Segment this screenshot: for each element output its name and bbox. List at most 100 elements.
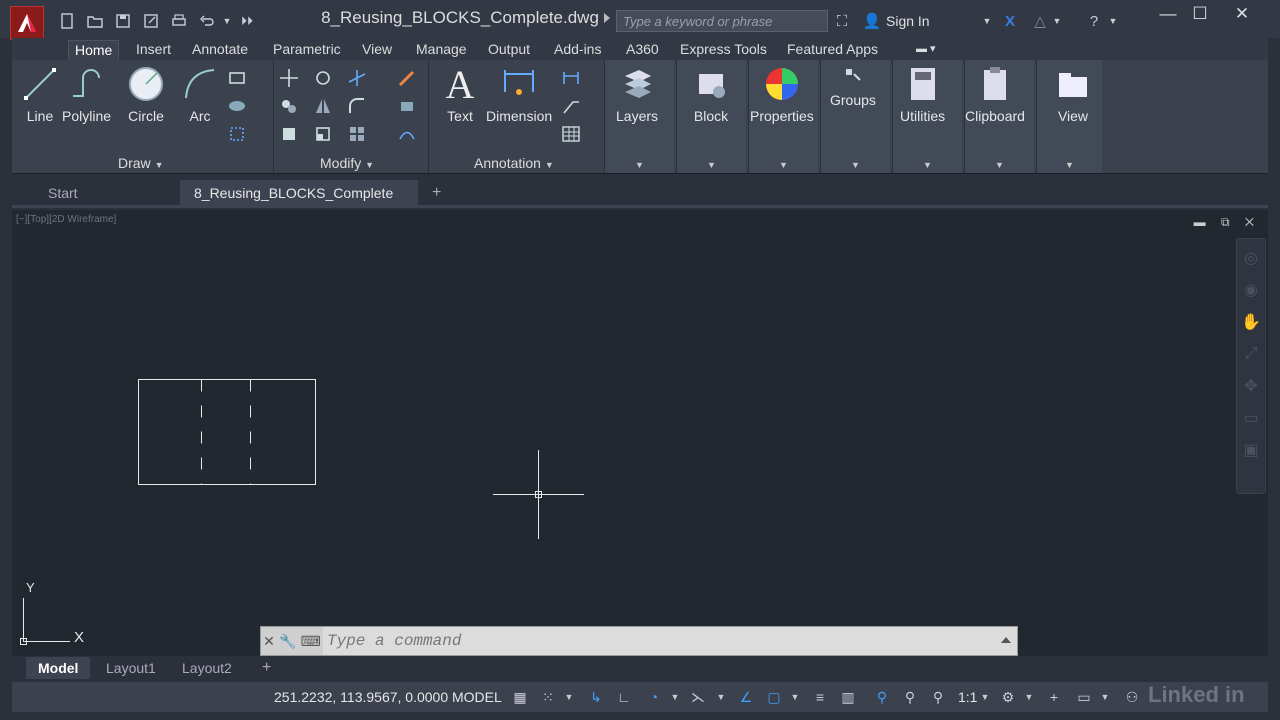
search-expand-arrow-icon[interactable] [604, 13, 610, 23]
door-block-drawing[interactable] [138, 379, 316, 485]
block-button[interactable]: Block [691, 64, 731, 124]
tab-home[interactable]: Home [68, 40, 120, 60]
view-button[interactable]: View [1053, 64, 1093, 124]
explode-icon[interactable] [394, 94, 420, 118]
add-layout-icon[interactable]: + [250, 657, 283, 679]
utilities-button[interactable]: Utilities [900, 64, 945, 124]
rectangle-icon[interactable] [224, 66, 250, 90]
rotate-icon[interactable] [310, 66, 336, 90]
trim-icon[interactable] [344, 66, 370, 90]
dimension-button[interactable]: Dimension [486, 64, 552, 124]
mirror-icon[interactable] [310, 94, 336, 118]
customize-wrench-icon[interactable]: 🔧 [279, 633, 296, 650]
layers-button[interactable]: Layers [616, 64, 658, 124]
arc-button[interactable]: Arc [180, 64, 220, 124]
tab-express-tools[interactable]: Express Tools [674, 40, 773, 60]
autodesk-a360-icon[interactable]: △ [1030, 11, 1050, 31]
recent-commands-icon[interactable]: ⌨ [301, 633, 321, 650]
linear-dimension-icon[interactable] [558, 66, 584, 90]
groups-panel[interactable]: Groups ▼ [820, 60, 890, 173]
zoom-extents-icon[interactable]: ⤢ [1238, 341, 1264, 367]
tab-featured-apps[interactable]: Featured Apps [781, 40, 884, 60]
osnap-dropdown-icon[interactable]: ▼ [788, 688, 802, 706]
help-dropdown-icon[interactable]: ▼ [1106, 11, 1120, 31]
tab-add-ins[interactable]: Add-ins [548, 40, 607, 60]
command-history-up-icon[interactable] [1001, 637, 1011, 643]
sign-in-link[interactable]: Sign In [886, 13, 930, 29]
tab-layout1[interactable]: Layout1 [94, 657, 168, 679]
model-space-toggle[interactable]: MODEL [452, 689, 502, 705]
fillet-icon[interactable] [344, 94, 370, 118]
save-icon[interactable] [112, 10, 134, 32]
tab-annotate[interactable]: Annotate [186, 40, 254, 60]
clipboard-button[interactable]: Clipboard [965, 64, 1025, 124]
user-icon[interactable]: 👤 [862, 11, 882, 31]
modify-panel-title[interactable]: Modify ▼ [320, 155, 374, 171]
annotation-panel-title[interactable]: Annotation ▼ [474, 155, 554, 171]
tab-active-drawing[interactable]: 8_Reusing_BLOCKS_Complete ✕ [180, 180, 418, 227]
help-search-input[interactable] [616, 10, 828, 32]
close-command-line-icon[interactable]: ✕ [263, 633, 275, 650]
close-icon[interactable]: ✕ [1226, 4, 1258, 26]
a360-dropdown-icon[interactable]: ▼ [1050, 11, 1064, 31]
navigation-bar[interactable]: ◎ ◉ ✋ ⤢ ✥ ▭ ▣ [1236, 238, 1266, 494]
ribbon-minimize-toggle-icon[interactable]: ▬ ▾ [910, 40, 942, 60]
object-snap-icon[interactable]: ▢ [764, 688, 784, 706]
groups-button[interactable]: Groups [830, 64, 876, 108]
navbar-settings-icon[interactable]: ▣ [1238, 437, 1264, 463]
layers-panel[interactable]: Layers ▼ [604, 60, 674, 173]
steering-wheel-icon[interactable]: ◎ [1238, 245, 1264, 271]
annotation-scale-value[interactable]: 1:1 [958, 689, 977, 705]
stretch-icon[interactable] [276, 122, 302, 146]
text-button[interactable]: A Text [440, 62, 480, 125]
pan-hand-icon[interactable]: ✋ [1238, 309, 1264, 335]
workspace-gear-icon[interactable]: ⚙ [998, 688, 1018, 706]
boundary-icon[interactable] [224, 122, 250, 146]
scale-icon[interactable] [310, 122, 336, 146]
move-icon[interactable] [276, 66, 302, 90]
view-panel[interactable]: View ▼ [1036, 60, 1102, 173]
line-button[interactable]: Line [20, 64, 60, 124]
undo-icon[interactable] [196, 10, 218, 32]
new-tab-button[interactable]: + [418, 180, 455, 206]
transparency-icon[interactable]: ▥ [838, 688, 858, 706]
tab-a360[interactable]: A360 [620, 40, 665, 60]
ortho-mode-icon[interactable]: ∟ [614, 688, 634, 706]
help-icon[interactable]: ? [1084, 11, 1104, 31]
tab-manage[interactable]: Manage [410, 40, 473, 60]
copy-icon[interactable] [276, 94, 302, 118]
offset-icon[interactable] [394, 122, 420, 146]
draw-panel-title[interactable]: Draw ▼ [118, 155, 163, 171]
clipboard-panel[interactable]: Clipboard ▼ [964, 60, 1034, 173]
polyline-button[interactable]: Polyline [62, 64, 111, 124]
utilities-panel[interactable]: Utilities ▼ [892, 60, 962, 173]
signin-dropdown-icon[interactable]: ▼ [980, 11, 994, 31]
snap-dropdown-icon[interactable]: ▼ [562, 688, 576, 706]
snap-mode-icon[interactable]: ⁙ [538, 688, 558, 706]
annotation-scale-icon[interactable]: ⚲ [928, 688, 948, 706]
isodraft-dropdown-icon[interactable]: ▼ [714, 688, 728, 706]
units-icon[interactable]: ▭ [1074, 688, 1094, 706]
polar-tracking-icon[interactable]: ◔ [644, 688, 664, 706]
workspace-dropdown-icon[interactable]: ▼ [1022, 688, 1036, 706]
units-dropdown-icon[interactable]: ▼ [1098, 688, 1112, 706]
cursor-coordinates[interactable]: 251.2232, 113.9567, 0.0000 [274, 689, 448, 705]
open-folder-icon[interactable] [84, 10, 106, 32]
plot-printer-icon[interactable] [168, 10, 190, 32]
annotation-monitor-icon[interactable]: + [1044, 688, 1064, 706]
circle-button[interactable]: Circle [126, 64, 166, 124]
tab-output[interactable]: Output [482, 40, 536, 60]
isodraft-icon[interactable]: ⋋ [688, 688, 708, 706]
tab-model[interactable]: Model [26, 657, 91, 679]
tab-layout2[interactable]: Layout2 [170, 657, 244, 679]
tab-parametric[interactable]: Parametric [267, 40, 347, 60]
new-file-icon[interactable] [56, 10, 78, 32]
binoculars-search-icon[interactable]: ⛶ [832, 11, 852, 31]
table-icon[interactable] [558, 122, 584, 146]
grid-icon[interactable]: ▦ [510, 688, 530, 706]
tab-view[interactable]: View [356, 40, 398, 60]
qat-more-icon[interactable]: ⏵⏵ [238, 10, 256, 32]
auto-scale-icon[interactable]: ⚲ [900, 688, 920, 706]
command-input[interactable] [327, 630, 947, 652]
tab-start[interactable]: Start [34, 180, 92, 206]
